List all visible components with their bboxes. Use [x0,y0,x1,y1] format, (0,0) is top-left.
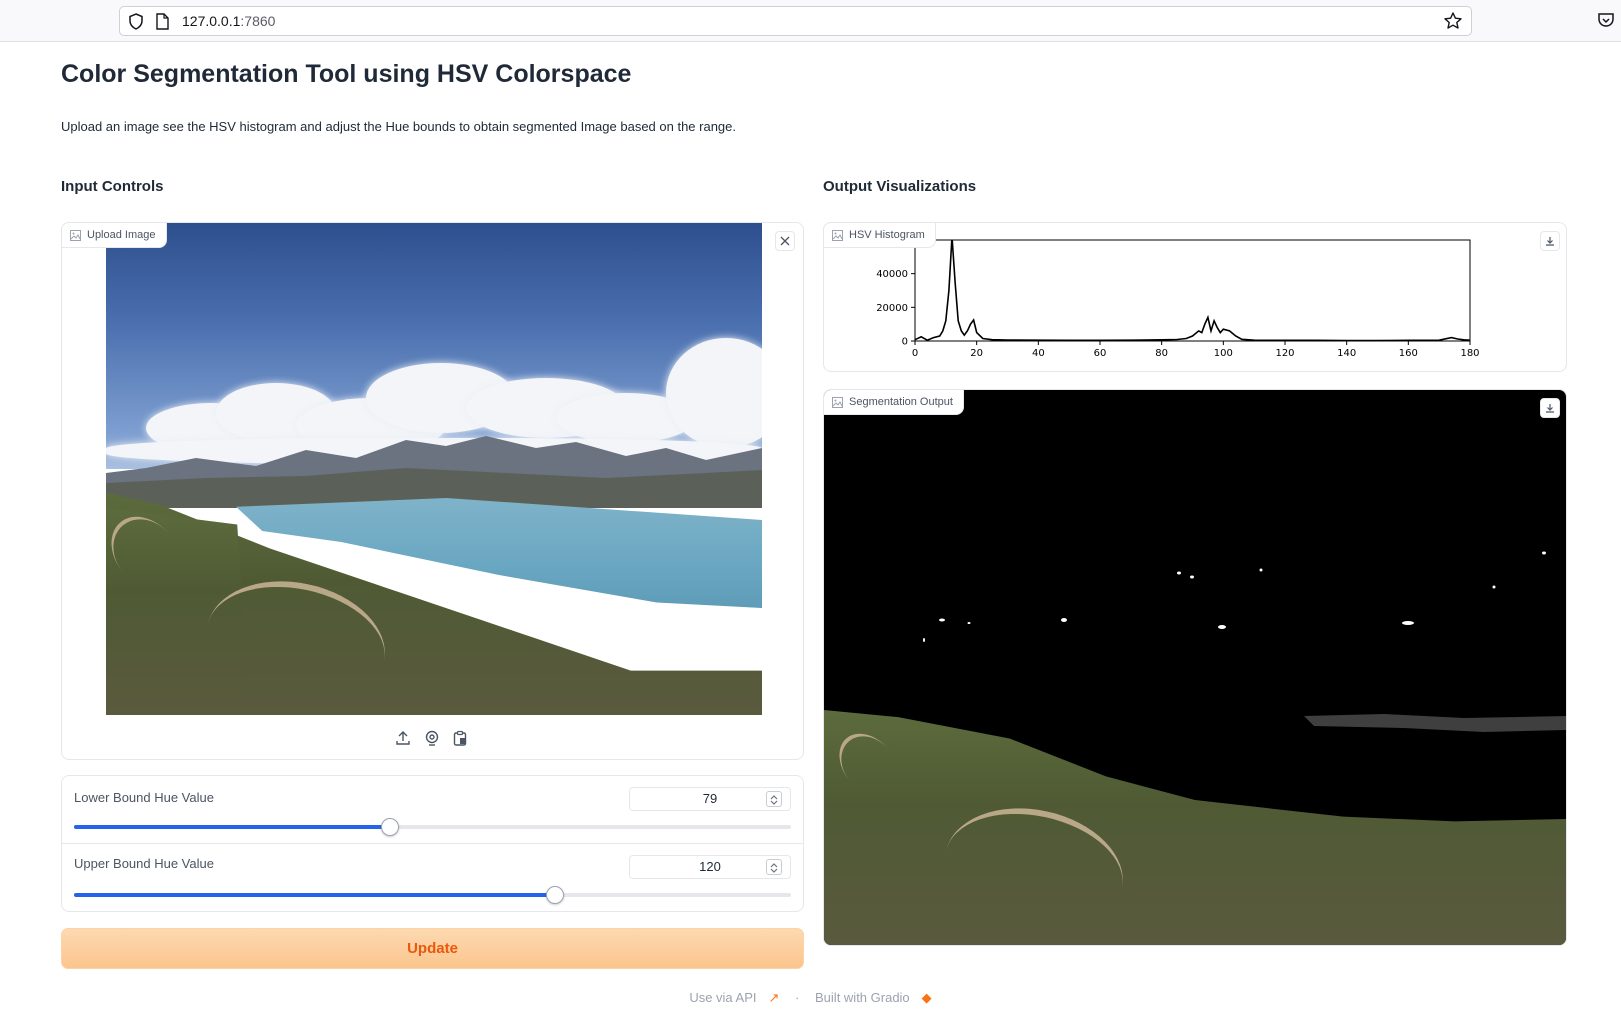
hsv-histogram-panel: HSV Histogram 0 20 40 60 80 100 120 140 160 180 0 2… [823,222,1567,372]
clear-image-button[interactable] [775,231,795,251]
x-tick-label: 40 [1032,348,1045,359]
footer-separator: · [795,990,800,1005]
url-host: 127.0.0.1 [182,13,241,29]
x-tick-label: 120 [1275,348,1294,359]
gradio-logo-icon: ◆ [921,990,932,1005]
pocket-icon[interactable] [1597,11,1615,29]
upload-image-label: Upload Image [87,229,156,241]
rocket-icon: ↗ [768,990,780,1005]
url-port: :7860 [240,13,276,29]
spinner-arrows-icon [770,863,778,873]
use-via-api-link[interactable]: Use via API [689,990,756,1005]
x-tick-label: 180 [1460,348,1479,359]
upper-bound-spinner[interactable] [766,859,782,875]
upload-image-panel[interactable]: Upload Image [61,222,804,760]
x-tick-label: 60 [1094,348,1107,359]
shield-icon[interactable] [128,13,144,30]
x-tick-label: 0 [912,348,918,359]
x-tick-label: 160 [1399,348,1418,359]
lower-bound-label: Lower Bound Hue Value [74,790,214,805]
lower-bound-slider-thumb[interactable] [381,818,400,836]
x-tick-label: 80 [1155,348,1168,359]
image-icon [70,229,81,241]
footer: Use via API ↗ · Built with Gradio ◆ [0,990,1621,1006]
lower-bound-number-input[interactable]: 79 [629,787,791,811]
page-description: Upload an image see the HSV histogram an… [61,119,737,134]
upper-bound-slider-row: Upper Bound Hue Value 120 [62,844,803,912]
segmentation-output-label: Segmentation Output [849,396,953,408]
hsv-histogram-label: HSV Histogram [849,229,925,241]
lower-bound-slider[interactable] [74,818,791,836]
update-button[interactable]: Update [61,928,804,969]
lower-bound-slider-row: Lower Bound Hue Value 79 [62,776,803,844]
y-tick-label: 40000 [876,269,908,280]
webcam-icon[interactable] [424,730,440,746]
clipboard-icon[interactable] [452,730,468,746]
uploaded-landscape-image [106,223,762,715]
lower-bound-spinner[interactable] [766,791,782,807]
histogram-series-line [915,240,1470,341]
hsv-histogram-tag: HSV Histogram [823,222,936,248]
hue-sliders-panel: Lower Bound Hue Value 79 Upper Bound Hue… [61,775,804,912]
address-bar[interactable]: 127.0.0.1:7860 [119,6,1472,36]
upper-bound-number-input[interactable]: 120 [629,855,791,879]
lower-bound-slider-fill [74,825,391,829]
x-tick-label: 100 [1214,348,1233,359]
segmentation-lake-fragments [1304,714,1566,732]
browser-toolbar: 127.0.0.1:7860 [0,0,1621,42]
upload-image-tag: Upload Image [61,222,167,248]
upper-bound-value: 120 [699,859,721,874]
close-icon [780,236,790,246]
hsv-histogram-chart: 0204060801001201401601800200004000060000 [876,236,1479,360]
segmentation-output-tag: Segmentation Output [824,390,964,415]
histogram-axes-frame [914,239,1471,342]
output-visualizations-heading: Output Visualizations [823,178,977,195]
upload-icon[interactable] [395,730,411,746]
url-text[interactable]: 127.0.0.1:7860 [182,13,275,29]
page-icon [156,13,169,30]
upper-bound-slider-fill [74,893,555,897]
page-title: Color Segmentation Tool using HSV Colors… [61,60,632,88]
segmentation-output-panel: Segmentation Output [823,389,1567,946]
image-icon [832,396,843,408]
x-tick-label: 20 [970,348,983,359]
bookmark-star-icon[interactable] [1443,11,1463,31]
spinner-arrows-icon [770,795,778,805]
upper-bound-slider-thumb[interactable] [545,886,564,904]
image-mountains [106,436,762,508]
x-tick-label: 140 [1337,348,1356,359]
lower-bound-value: 79 [702,791,718,806]
y-tick-label: 20000 [876,303,908,314]
image-icon [832,229,843,241]
input-controls-heading: Input Controls [61,178,164,195]
upper-bound-slider[interactable] [74,886,791,904]
upper-bound-label: Upper Bound Hue Value [74,856,214,871]
y-tick-label: 0 [902,337,908,348]
built-with-gradio-link[interactable]: Built with Gradio [815,990,910,1005]
